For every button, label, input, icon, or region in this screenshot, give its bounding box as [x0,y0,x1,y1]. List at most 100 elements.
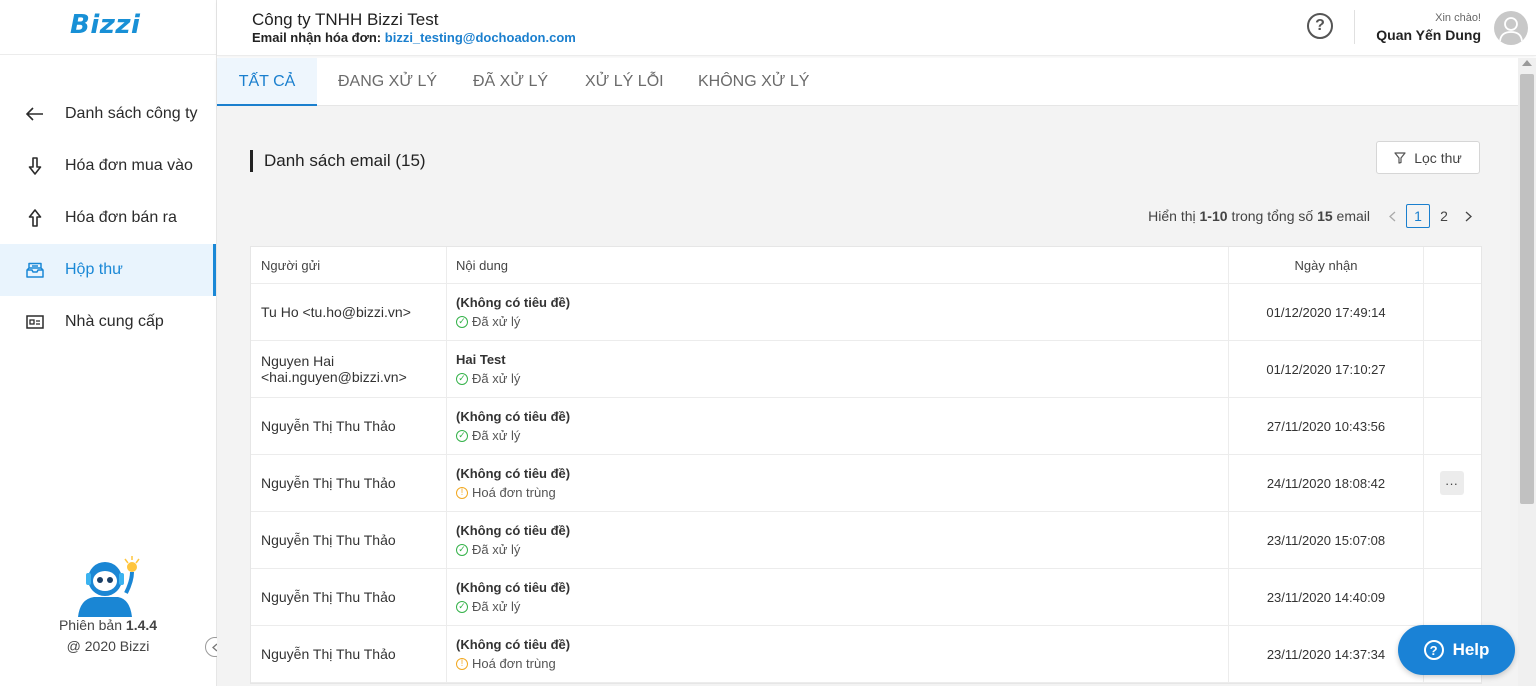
received-date: 01/12/2020 17:49:14 [1266,304,1386,320]
table-row[interactable]: Nguyễn Thị Thu Thảo (Không có tiêu đề) ! Ho… [251,455,1481,512]
sidebar-item-company-list[interactable]: Danh sách công ty [0,88,216,140]
content-cell: (Không có tiêu đề) ✓ Đã xử lý [447,512,1229,568]
sidebar-item-suppliers[interactable]: Nhà cung cấp [0,296,216,348]
page-title: Danh sách email (15) [250,150,426,172]
scroll-up-arrow[interactable] [1522,60,1532,66]
content-cell: (Không có tiêu đề) ! Hoá đơn trùng [447,455,1229,511]
status-tabs: TẤT CẢ ĐANG XỬ LÝ ĐÃ XỬ LÝ XỬ LÝ LỖI KHÔ… [217,58,1518,106]
received-date: 01/12/2020 17:10:27 [1266,361,1386,377]
received-date-cell: 01/12/2020 17:10:27 [1229,341,1424,397]
status-badge: ✓ Đã xử lý [456,542,1228,557]
warning-circle-icon: ! [456,657,468,670]
chevron-left-icon [1388,211,1395,221]
actions-cell [1424,398,1479,454]
pager-next-button[interactable] [1456,204,1480,228]
sender-text: Nguyễn Thị Thu Thảo [261,418,396,434]
email-subject[interactable]: (Không có tiêu đề) [456,466,1228,481]
greeting: Xin chào! [1435,12,1481,24]
filter-mail-button[interactable]: Lọc thư [1376,141,1480,174]
sidebar-item-inbox[interactable]: Hộp thư [0,244,216,296]
sender-cell: Nguyễn Thị Thu Thảo [251,569,447,625]
company-name: Công ty TNHH Bizzi Test [252,10,439,29]
table-row[interactable]: Nguyen Hai <hai.nguyen@bizzi.vn> Hai Test… [251,341,1481,398]
tab-not-processed[interactable]: KHÔNG XỬ LÝ [698,58,809,104]
pager-page-1[interactable]: 1 [1406,204,1430,228]
version-text: Phiên bản 1.4.4 [0,617,216,633]
tab-all[interactable]: TẤT CẢ [217,58,317,106]
filter-label: Lọc thư [1414,149,1462,166]
sender-cell: Nguyễn Thị Thu Thảo [251,455,447,511]
more-actions-button[interactable]: ··· [1439,471,1464,495]
email-subject[interactable]: (Không có tiêu đề) [456,409,1228,424]
arrow-up-icon [25,208,45,228]
arrow-down-icon [25,156,45,176]
status-text: Đã xử lý [472,371,521,386]
column-header-received-date: Ngày nhận [1229,247,1424,283]
email-subject[interactable]: (Không có tiêu đề) [456,580,1228,595]
scroll-thumb[interactable] [1520,74,1534,504]
sender-cell: Nguyễn Thị Thu Thảo [251,512,447,568]
sidebar-item-label: Hóa đơn bán ra [65,209,177,226]
received-date: 27/11/2020 10:43:56 [1266,418,1386,434]
received-date-cell: 27/11/2020 10:43:56 [1229,398,1424,454]
status-badge: ✓ Đã xử lý [456,428,1228,443]
sidebar-nav: Danh sách công ty Hóa đơn mua vào Hóa đơ… [0,88,216,348]
user-name[interactable]: Quan Yến Dung [1376,27,1481,43]
avatar[interactable] [1494,11,1528,45]
tab-processed[interactable]: ĐÃ XỬ LÝ [473,58,548,104]
sidebar-item-purchase-invoices[interactable]: Hóa đơn mua vào [0,140,216,192]
status-text: Đã xử lý [472,542,521,557]
received-date-cell: 24/11/2020 18:08:42 [1229,455,1424,511]
invoice-email-link[interactable]: bizzi_testing@dochoadon.com [385,30,576,45]
pager-page-2[interactable]: 2 [1432,204,1456,228]
invoice-email-label: Email nhận hóa đơn: [252,30,382,45]
page-scrollbar[interactable] [1518,58,1536,686]
id-card-icon [25,312,45,332]
sidebar-item-sales-invoices[interactable]: Hóa đơn bán ra [0,192,216,244]
arrow-left-icon [25,104,45,124]
email-subject[interactable]: (Không có tiêu đề) [456,295,1228,310]
check-circle-icon: ✓ [456,600,468,613]
help-label: Help [1452,640,1490,659]
robot-mascot-icon [78,556,140,617]
pager-prefix: Hiển thị [1148,208,1196,224]
help-button[interactable]: ? Help [1398,625,1515,675]
table-row[interactable]: Tu Ho <tu.ho@bizzi.vn> (Không có tiêu đề)… [251,284,1481,341]
pager-prev-button[interactable] [1380,204,1404,228]
content-cell: (Không có tiêu đề)! Hoá đơn trùng [447,626,1229,682]
sender-text: Nguyen Hai <hai.nguyen@bizzi.vn> [261,353,407,385]
status-text: Đã xử lý [472,314,521,329]
content-cell: (Không có tiêu đề) ✓ Đã xử lý [447,398,1229,454]
sender-text: Tu Ho <tu.ho@bizzi.vn> [261,304,411,320]
table-row[interactable]: Nguyễn Thị Thu Thảo (Không có tiêu đề) ✓ Đã… [251,512,1481,569]
sender-text: Nguyễn Thị Thu Thảo [261,646,396,662]
received-date-cell: 23/11/2020 14:37:34 [1229,626,1424,682]
version-number: 1.4.4 [125,617,158,633]
table-row[interactable]: Nguyễn Thị Thu Thảo (Không có tiêu đề) ✓ Đã… [251,569,1481,626]
sidebar: Bizzi Danh sách công ty Hóa đơn mua vào … [0,0,225,686]
inbox-icon [25,260,45,280]
version-label: Phiên bản [58,617,123,633]
email-subject[interactable]: (Không có tiêu đề) [456,523,1228,538]
filter-icon [1394,151,1406,164]
email-subject[interactable]: Hai Test [456,352,1228,367]
content-cell: (Không có tiêu đề) ✓ Đã xử lý [447,284,1229,340]
table-row[interactable]: Nguyễn Thị Thu Thảo (Không có tiêu đề)! Ho… [251,626,1481,683]
bizzi-logo[interactable]: Bizzi [70,10,140,40]
logo-divider [0,54,216,55]
user-avatar-icon [1499,17,1523,42]
sidebar-item-label: Hộp thư [65,261,123,278]
table-body: Tu Ho <tu.ho@bizzi.vn> (Không có tiêu đề)… [251,284,1481,683]
tab-processing[interactable]: ĐANG XỬ LÝ [338,58,437,104]
table-row[interactable]: Nguyễn Thị Thu Thảo (Không có tiêu đề) ✓ Đã… [251,398,1481,455]
status-badge: ✓ Đã xử lý [456,314,1228,329]
sender-cell: Nguyễn Thị Thu Thảo [251,626,447,682]
email-subject[interactable]: (Không có tiêu đề) [456,637,1228,652]
top-header: Công ty TNHH Bizzi Test Email nhận hóa đ… [217,0,1536,56]
help-icon[interactable]: ? [1307,13,1333,39]
received-date: 24/11/2020 18:08:42 [1266,475,1386,491]
status-badge: ! Hoá đơn trùng [456,485,1228,500]
sidebar-item-label: Danh sách công ty [65,105,198,122]
pager-suffix: email [1336,208,1370,224]
tab-error[interactable]: XỬ LÝ LỖI [585,58,664,104]
